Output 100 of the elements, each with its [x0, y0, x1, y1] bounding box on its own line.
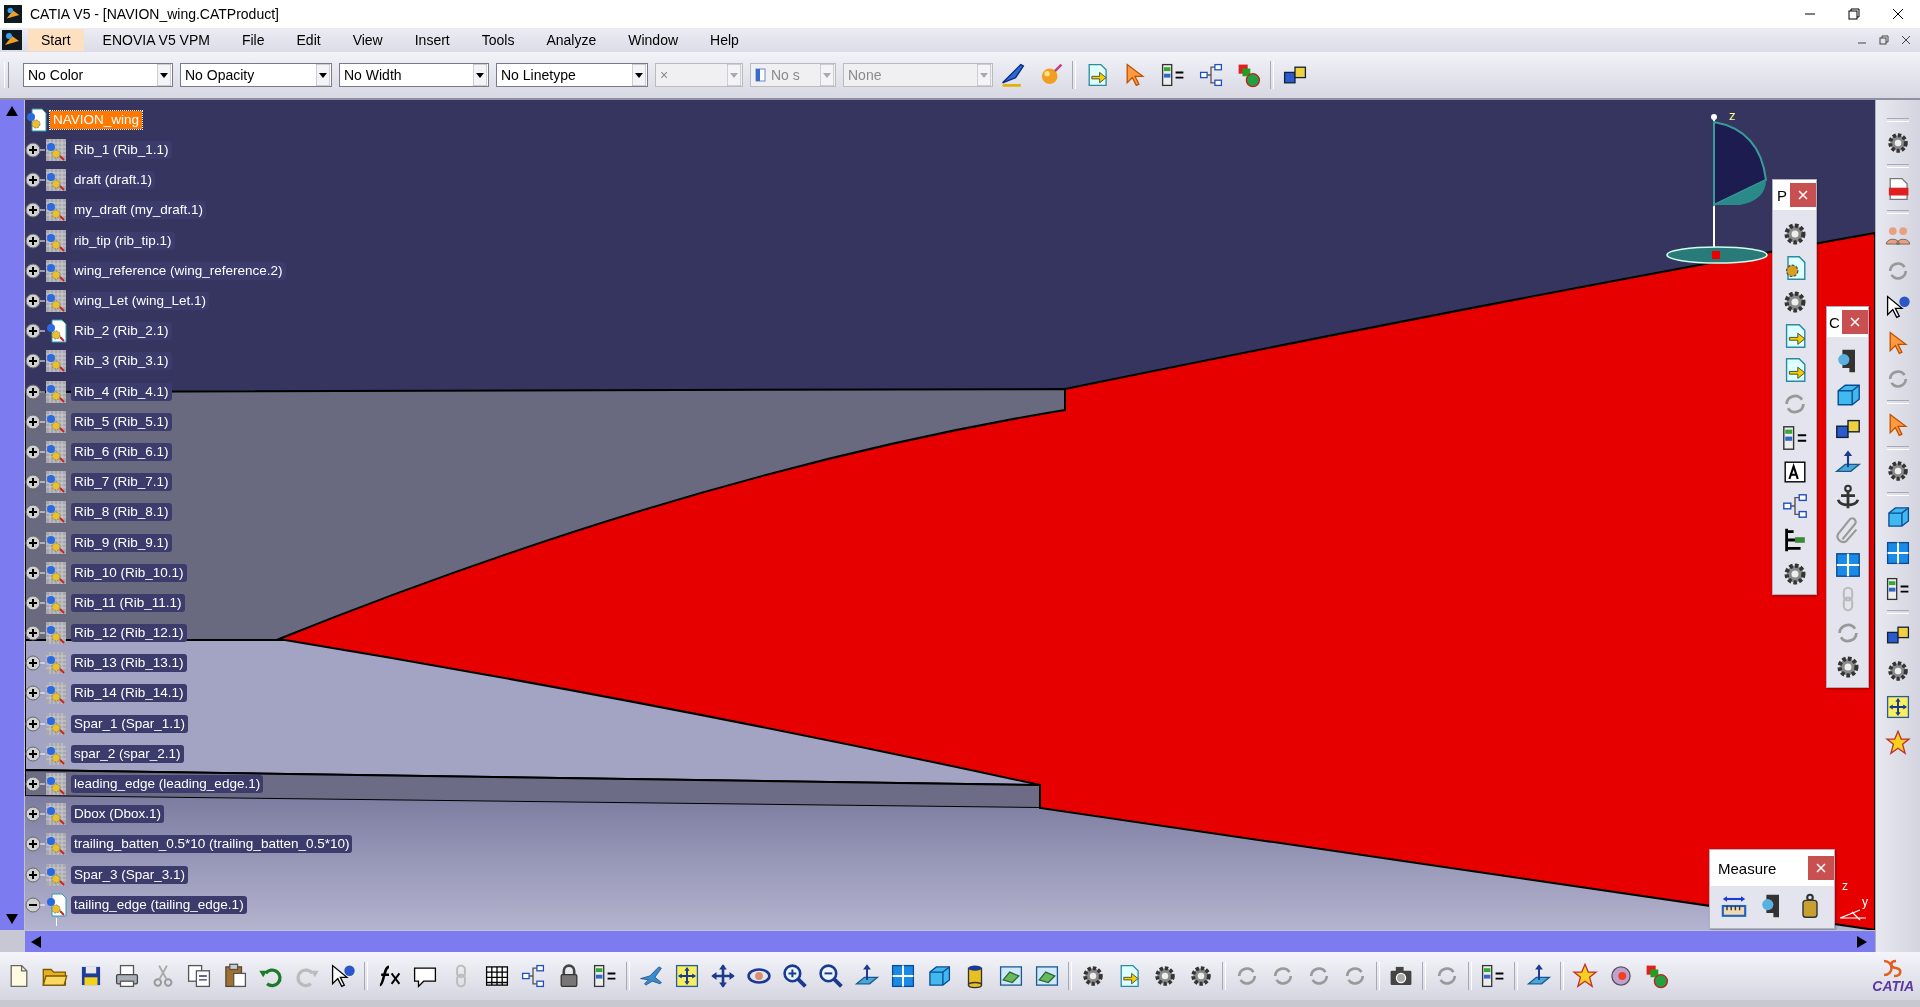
menu-item[interactable]: View [339, 29, 396, 51]
expand-toggle[interactable] [25, 564, 45, 581]
tree-item[interactable]: Rib_8 (Rib_8.1) [71, 503, 172, 522]
menu-item[interactable]: Start [28, 29, 84, 51]
expand-toggle[interactable] [25, 383, 45, 400]
color-cubes-icon[interactable] [1644, 963, 1670, 989]
dropdown-field[interactable]: No Width [339, 63, 489, 87]
help-pointer-icon[interactable] [330, 963, 356, 989]
expand-toggle[interactable] [25, 534, 45, 551]
menu-item[interactable]: Insert [401, 29, 463, 51]
tree-item[interactable]: draft (draft.1) [71, 171, 156, 190]
menu-item[interactable]: Help [697, 29, 752, 51]
menu-item[interactable]: Tools [468, 29, 528, 51]
menu-item[interactable]: Window [615, 29, 692, 51]
tree-diagram-icon[interactable] [1780, 492, 1809, 520]
scroll-down-icon[interactable] [5, 912, 19, 926]
horizontal-scrollbar[interactable] [25, 930, 1875, 952]
copy-icon[interactable] [186, 963, 212, 989]
expand-toggle[interactable] [25, 715, 45, 732]
menu-item[interactable]: ENOVIA V5 VPM [89, 29, 223, 51]
tree-item[interactable]: Rib_13 (Rib_13.1) [71, 654, 187, 673]
expand-toggle[interactable] [25, 745, 45, 762]
gear-icon[interactable] [1885, 130, 1911, 156]
tree-item[interactable]: Rib_1 (Rib_1.1) [71, 141, 172, 160]
zoom-in-icon[interactable] [782, 963, 808, 989]
close-button[interactable] [1842, 310, 1868, 334]
expand-toggle[interactable] [25, 474, 45, 491]
app-icon[interactable] [2, 30, 22, 50]
tree-diagram-icon[interactable] [520, 963, 546, 989]
app-icon[interactable] [4, 5, 22, 23]
list-icon[interactable] [1885, 576, 1911, 602]
scroll-up-icon[interactable] [5, 104, 19, 118]
fit-all-icon[interactable] [1885, 694, 1911, 720]
four-views-icon[interactable] [890, 963, 916, 989]
four-views-icon[interactable] [1833, 551, 1862, 579]
expand-toggle[interactable] [25, 504, 45, 521]
tree-item[interactable]: Rib_3 (Rib_3.1) [71, 352, 172, 371]
printer-icon[interactable] [114, 963, 140, 989]
fit-all-icon[interactable] [674, 963, 700, 989]
four-views-icon[interactable] [1885, 540, 1911, 566]
expand-toggle[interactable] [25, 353, 45, 370]
vertical-scrollbar[interactable] [0, 100, 25, 930]
expand-toggle[interactable] [25, 232, 45, 249]
brush-icon[interactable] [1000, 62, 1026, 88]
expand-toggle[interactable] [25, 655, 45, 672]
menu-item[interactable]: File [228, 29, 278, 51]
gear-icon[interactable] [1188, 963, 1214, 989]
expand-toggle[interactable] [25, 806, 45, 823]
table-icon[interactable] [484, 963, 510, 989]
restore-icon[interactable] [1846, 6, 1862, 22]
close-icon[interactable] [1900, 34, 1912, 46]
list-icon[interactable] [1780, 424, 1809, 452]
expand-toggle[interactable] [25, 836, 45, 853]
dropdown-field[interactable]: No Color [23, 63, 173, 87]
paste-icon[interactable] [222, 963, 248, 989]
scroll-left-icon[interactable] [29, 934, 43, 949]
shading-icon[interactable] [998, 963, 1024, 989]
close-button[interactable] [1790, 183, 1816, 207]
tree-item[interactable]: Rib_14 (Rib_14.1) [71, 684, 187, 703]
gear-icon[interactable] [1885, 458, 1911, 484]
star-icon[interactable] [1885, 730, 1911, 756]
expand-toggle[interactable] [25, 443, 45, 460]
gear-icon[interactable] [1080, 963, 1106, 989]
color-cubes-icon[interactable] [1236, 62, 1262, 88]
tree-item[interactable]: Rib_7 (Rib_7.1) [71, 473, 172, 492]
airplane-icon[interactable] [638, 963, 664, 989]
star-icon[interactable] [1572, 963, 1598, 989]
expand-toggle[interactable] [25, 323, 45, 340]
expand-toggle[interactable] [25, 625, 45, 642]
zoom-out-icon[interactable] [818, 963, 844, 989]
expand-toggle[interactable] [25, 202, 45, 219]
list-icon[interactable] [1160, 62, 1186, 88]
shading-icon[interactable] [1034, 963, 1060, 989]
pan-icon[interactable] [710, 963, 736, 989]
gear-icon[interactable] [1885, 658, 1911, 684]
cube-icon[interactable] [1885, 504, 1911, 530]
expand-toggle[interactable] [25, 776, 45, 793]
compass-drawing[interactable] [1666, 114, 1768, 264]
scroll-right-icon[interactable] [1855, 934, 1869, 949]
expand-toggle[interactable] [25, 685, 45, 702]
tree-item[interactable]: leading_edge (leading_edge.1) [71, 775, 264, 794]
expand-toggle[interactable] [25, 413, 45, 430]
expand-toggle[interactable] [25, 594, 45, 611]
colored-disc-icon[interactable] [1608, 963, 1634, 989]
close-button[interactable] [1808, 856, 1834, 880]
close-icon[interactable] [1890, 6, 1906, 22]
tree-item[interactable]: Rib_2 (Rib_2.1) [71, 322, 172, 341]
expand-toggle[interactable] [25, 142, 45, 159]
gear-icon[interactable] [1152, 963, 1178, 989]
tree-item[interactable]: wing_Let (wing_Let.1) [71, 292, 210, 311]
cube-icon[interactable] [926, 963, 952, 989]
expand-toggle[interactable] [25, 866, 45, 883]
menu-item[interactable]: Edit [283, 29, 334, 51]
tree-item[interactable]: my_draft (my_draft.1) [71, 201, 207, 220]
tree-item[interactable]: trailing_batten_0.5*10 (trailing_batten_0.5*10) [71, 835, 353, 854]
list-icon[interactable] [1480, 963, 1506, 989]
expand-toggle[interactable] [25, 896, 45, 913]
help-pointer-icon[interactable] [1885, 294, 1911, 320]
expand-toggle[interactable] [25, 172, 45, 189]
tree-item[interactable]: Rib_12 (Rib_12.1) [71, 624, 187, 643]
